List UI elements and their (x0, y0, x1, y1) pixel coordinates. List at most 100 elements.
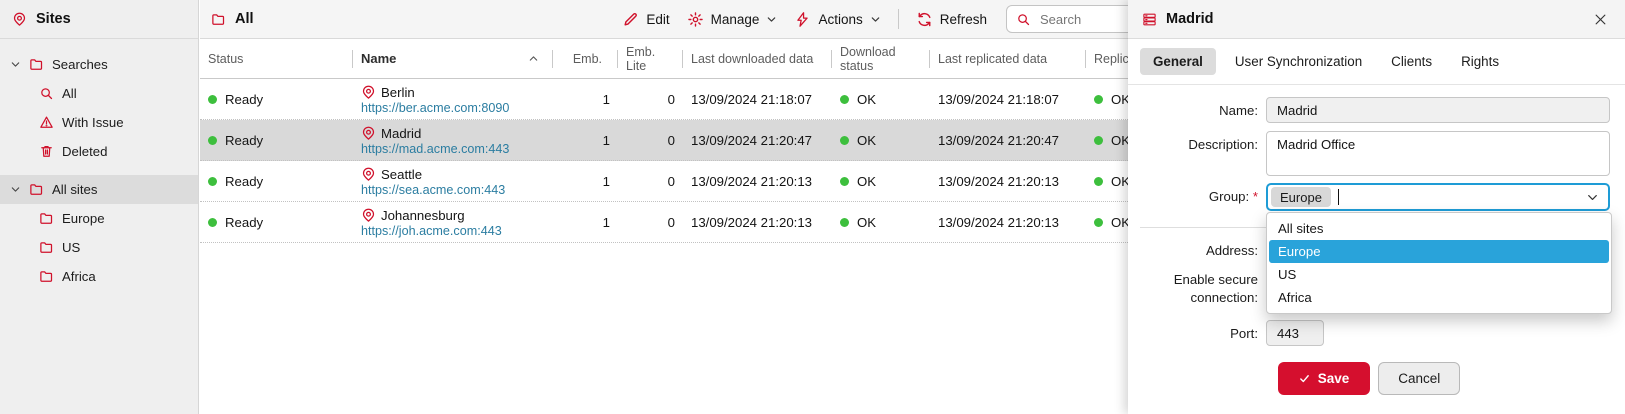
cell-last-replicated: 13/09/2024 21:18:07 (930, 79, 1086, 119)
group-combobox[interactable]: Europe (1266, 183, 1610, 211)
manage-menu-button[interactable]: Manage (687, 11, 778, 28)
cell-last-replicated: 13/09/2024 21:20:13 (930, 161, 1086, 201)
map-pin-icon (12, 12, 27, 27)
port-field[interactable] (1266, 320, 1324, 346)
sidebar-item-deleted[interactable]: Deleted (0, 137, 198, 166)
sidebar-item-all[interactable]: All (0, 79, 198, 108)
cell-status: Ready (200, 161, 353, 201)
cell-emb-lite: 0 (618, 79, 683, 119)
chevron-down-icon[interactable] (1586, 191, 1599, 204)
column-header-download-status[interactable]: Download status (832, 39, 930, 78)
table-row-seattle[interactable]: Ready Seattle https://sea.acme.com:443 1… (200, 161, 1128, 202)
site-url-link[interactable]: https://sea.acme.com:443 (361, 183, 505, 197)
cell-last-downloaded: 13/09/2024 21:20:47 (683, 120, 832, 160)
folder-icon (39, 269, 54, 284)
refresh-button[interactable]: Refresh (916, 11, 987, 28)
sidebar-item-label: All (62, 86, 77, 101)
sidebar: Sites Searches All With Issue Deleted (0, 0, 199, 414)
cell-emb: 1 (553, 202, 618, 242)
column-header-status[interactable]: Status (200, 39, 353, 78)
cancel-button[interactable]: Cancel (1378, 362, 1460, 395)
sidebar-group-all-sites[interactable]: All sites (0, 175, 198, 204)
dropdown-option-europe[interactable]: Europe (1269, 240, 1609, 263)
dropdown-option-all-sites[interactable]: All sites (1269, 217, 1609, 240)
text-cursor (1338, 189, 1339, 205)
sidebar-item-label: All sites (52, 182, 97, 197)
gear-icon (687, 11, 704, 28)
site-url-link[interactable]: https://joh.acme.com:443 (361, 224, 502, 238)
tab-rights[interactable]: Rights (1451, 48, 1509, 75)
status-ok-dot (1094, 136, 1103, 145)
cell-last-downloaded: 13/09/2024 21:20:13 (683, 161, 832, 201)
cell-emb-lite: 0 (618, 202, 683, 242)
detail-panel-title: Madrid (1166, 11, 1214, 27)
tab-user-synchronization[interactable]: User Synchronization (1225, 48, 1372, 75)
detail-tabs: General User Synchronization Clients Rig… (1128, 39, 1625, 85)
site-name: Berlin (381, 85, 415, 100)
sidebar-group-searches[interactable]: Searches (0, 50, 198, 79)
check-icon (1299, 373, 1310, 384)
site-pin-icon (361, 167, 376, 182)
save-button[interactable]: Save (1278, 362, 1371, 395)
search-icon (39, 86, 54, 101)
status-ok-dot (208, 95, 217, 104)
cell-emb: 1 (553, 79, 618, 119)
tab-general[interactable]: General (1140, 48, 1216, 75)
column-header-last-replicated[interactable]: Last replicated data (930, 39, 1086, 78)
search-box[interactable] (1006, 5, 1128, 33)
dropdown-option-africa[interactable]: Africa (1269, 286, 1609, 309)
sort-ascending-icon (528, 53, 539, 64)
required-asterisk: * (1253, 189, 1258, 204)
site-name: Seattle (381, 167, 422, 182)
cell-last-replicated: 13/09/2024 21:20:13 (930, 202, 1086, 242)
status-ok-dot (208, 136, 217, 145)
name-field-label: Name: (1128, 97, 1258, 120)
main-panel: All Edit Manage Actions (200, 0, 1128, 414)
server-icon (1142, 12, 1157, 27)
table-header: Status Name Emb. Emb. Lite Last download… (200, 39, 1128, 79)
column-header-replication[interactable]: Replicat (1086, 39, 1128, 78)
detail-panel-madrid: Madrid General User Synchronization Clie… (1128, 0, 1625, 414)
chevron-down-icon[interactable] (10, 184, 21, 195)
close-icon[interactable] (1593, 12, 1608, 27)
description-field[interactable]: Madrid Office (1266, 131, 1610, 176)
column-header-emb-lite[interactable]: Emb. Lite (618, 39, 683, 78)
site-name: Madrid (381, 126, 421, 141)
main-header: All Edit Manage Actions (200, 0, 1128, 39)
tab-clients[interactable]: Clients (1381, 48, 1442, 75)
chevron-down-icon (870, 14, 881, 25)
sidebar-item-europe[interactable]: Europe (0, 204, 198, 233)
cell-download-status: OK (832, 161, 930, 201)
group-selected-chip[interactable]: Europe (1271, 187, 1331, 207)
sites-app-window: Sites Searches All With Issue Deleted (0, 0, 1625, 414)
column-header-last-downloaded[interactable]: Last downloaded data (683, 39, 832, 78)
port-field-label: Port: (1128, 320, 1258, 343)
cell-replication-status: OK (1086, 120, 1128, 160)
column-header-emb[interactable]: Emb. (553, 39, 618, 78)
folder-icon (39, 211, 54, 226)
chevron-down-icon[interactable] (10, 59, 21, 70)
site-url-link[interactable]: https://ber.acme.com:8090 (361, 101, 509, 115)
table-row-madrid[interactable]: Ready Madrid https://mad.acme.com:443 1 … (200, 120, 1128, 161)
site-url-link[interactable]: https://mad.acme.com:443 (361, 142, 509, 156)
edit-button[interactable]: Edit (622, 11, 669, 28)
status-ok-dot (840, 136, 849, 145)
sidebar-item-us[interactable]: US (0, 233, 198, 262)
sidebar-item-africa[interactable]: Africa (0, 262, 198, 291)
sidebar-item-with-issue[interactable]: With Issue (0, 108, 198, 137)
cell-download-status: OK (832, 79, 930, 119)
sidebar-item-label: Europe (62, 211, 105, 226)
search-input[interactable] (1038, 11, 1128, 28)
sidebar-item-label: Africa (62, 269, 96, 284)
cell-status: Ready (200, 120, 353, 160)
name-field[interactable] (1266, 97, 1610, 123)
column-header-name[interactable]: Name (353, 39, 553, 78)
cell-emb-lite: 0 (618, 161, 683, 201)
cell-name: Seattle https://sea.acme.com:443 (353, 161, 553, 201)
site-pin-icon (361, 126, 376, 141)
actions-menu-button[interactable]: Actions (794, 11, 880, 28)
status-ok-dot (1094, 95, 1103, 104)
table-row-berlin[interactable]: Ready Berlin https://ber.acme.com:8090 1… (200, 79, 1128, 120)
table-row-johannesburg[interactable]: Ready Johannesburg https://joh.acme.com:… (200, 202, 1128, 243)
dropdown-option-us[interactable]: US (1269, 263, 1609, 286)
